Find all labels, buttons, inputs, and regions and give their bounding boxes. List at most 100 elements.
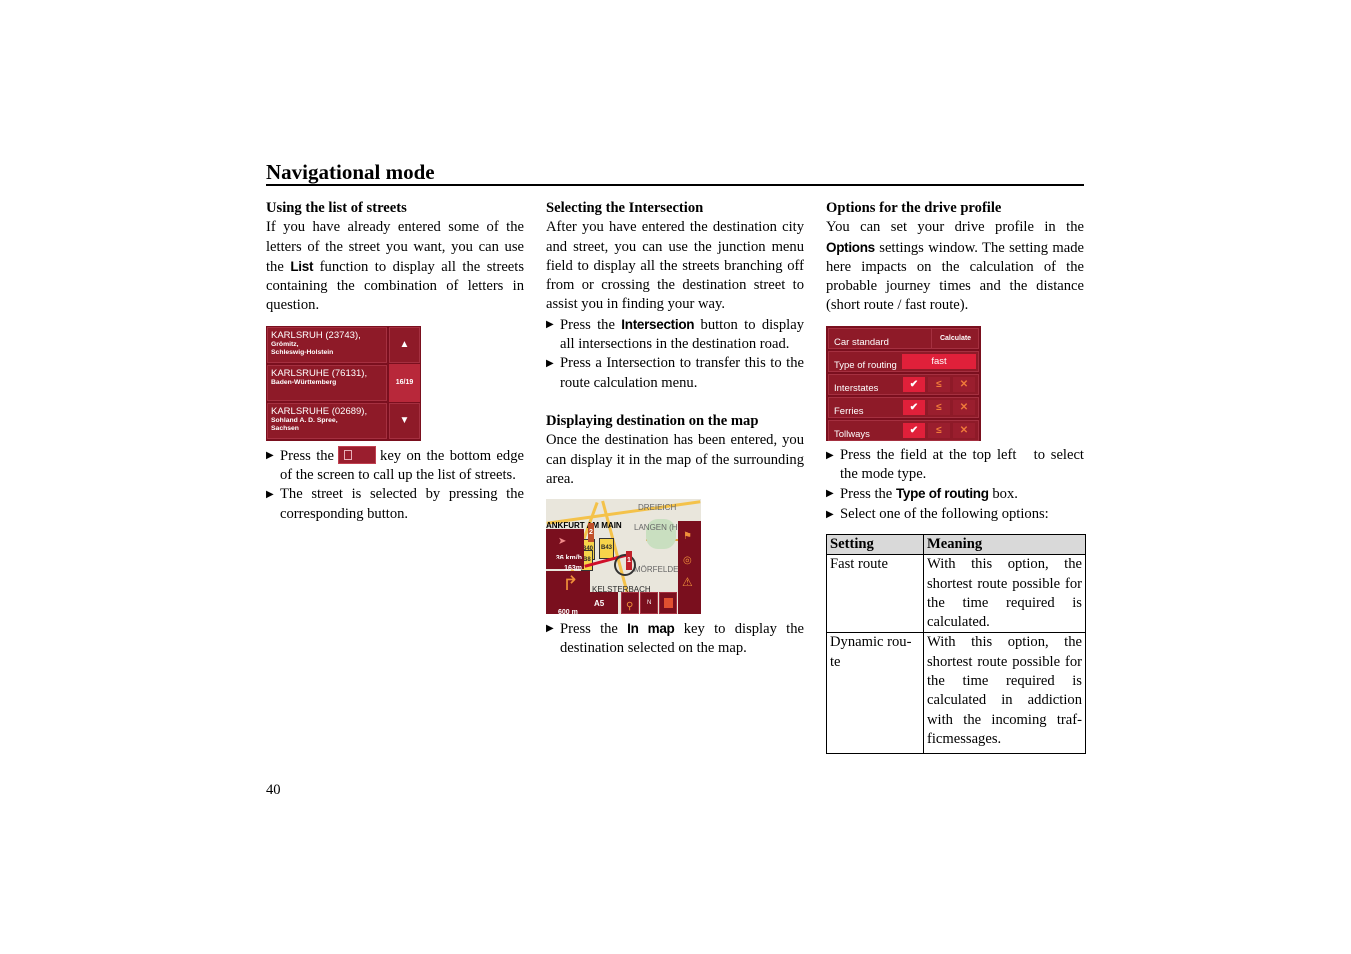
option-label: Interstates: [834, 382, 879, 394]
instruction-bullet: ▶ Select one of the following options:: [826, 505, 1084, 524]
text: Press a Intersection to transfer this to…: [560, 355, 804, 391]
bullet-arrow-icon: ▶: [826, 508, 834, 520]
option-row: Tollways ✔ ≤ ✕: [828, 419, 979, 441]
pin-icon: ⚲: [626, 601, 634, 613]
bullet-arrow-icon: ▶: [266, 449, 274, 461]
instruction-bullet: ▶ Press a Intersection to transfer this …: [546, 354, 804, 393]
street-list-item[interactable]: KARLSRUH (23743), Grömitz, Schleswig-Hol…: [267, 326, 387, 363]
scroll-down-button[interactable]: ▼: [389, 402, 420, 439]
routing-options-table: Setting Meaning Fast route With this opt…: [826, 533, 1086, 755]
map-screenshot: DREIEICH ANKFURT AM MAIN LANGEN (HE MÖRF…: [546, 499, 701, 615]
street-region: Baden-Württemberg: [271, 378, 337, 386]
column-header: Setting: [826, 533, 924, 556]
title-rule: [266, 184, 1084, 186]
map-label: MÖRFELDEN: [634, 565, 685, 575]
map-button[interactable]: ⚲: [621, 592, 639, 615]
street-region: Sachsen: [271, 424, 299, 432]
option-row: Ferries ✔ ≤ ✕: [828, 396, 979, 418]
road-name: A5: [594, 599, 605, 609]
next-turn-distance: 600 m: [558, 609, 578, 615]
type-of-routing-label: Type of routing: [895, 486, 989, 502]
map-label: LANGEN (HE: [634, 523, 683, 533]
meaning-cell: With this option, the shortest route pos…: [923, 554, 1086, 634]
text: The street is selected by pressing the c…: [280, 486, 524, 522]
allow-check-icon[interactable]: ✔: [903, 422, 925, 438]
street-region: Schleswig-Holstein: [271, 348, 334, 356]
paragraph: You can set your drive profile in the Op…: [826, 218, 1084, 315]
options-screenshot: Car standard Calculate Type of routing f…: [826, 325, 981, 441]
compass-button[interactable]: N: [640, 592, 658, 615]
intersection-key-label: Intersection: [621, 316, 695, 332]
exclude-cross-icon[interactable]: ✕: [953, 376, 975, 392]
scroll-up-button[interactable]: ▲: [389, 326, 420, 363]
meaning-cell: With this option, the shortest route pos…: [923, 632, 1086, 755]
routing-row: Type of routing fast: [828, 350, 979, 372]
section-heading: Displaying destination on the map: [546, 412, 759, 429]
street-name: KARLSRUHE (76131),: [271, 367, 368, 379]
bullet-arrow-icon: ▶: [546, 358, 554, 370]
table-header-row: Setting Meaning: [826, 533, 1086, 556]
map-button[interactable]: [659, 592, 677, 615]
profile-selector[interactable]: Car standard: [834, 333, 889, 352]
street-name: KARLSRUH (23743),: [271, 329, 361, 341]
column-intersection: Selecting the Intersection After you hav…: [546, 199, 804, 659]
direction-indicator: ➤: [546, 529, 584, 550]
section-heading: Options for the drive profile: [826, 200, 1002, 216]
street-region: Sohland A. D. Spree,: [271, 416, 338, 424]
bullet-arrow-icon: ▶: [546, 318, 554, 330]
paragraph: Once the destination has been entered, y…: [546, 432, 804, 487]
text: Press the: [840, 486, 896, 503]
target-icon[interactable]: ◎: [683, 551, 692, 570]
arrow-up-icon: ▲: [399, 339, 410, 351]
page-indicator: 16/19: [389, 363, 420, 402]
profile-row: Car standard Calculate: [828, 327, 979, 352]
column-header: Meaning: [923, 533, 1086, 556]
list-key-label: List: [290, 258, 314, 274]
routing-label: Type of routing: [834, 359, 897, 371]
street-list-item[interactable]: KARLSRUHE (02689), Sohland A. D. Spree, …: [267, 402, 387, 439]
exclude-cross-icon[interactable]: ✕: [953, 422, 975, 438]
text: Press the: [560, 621, 628, 638]
paragraph: After you have entered the destination c…: [546, 219, 804, 313]
routing-type-button[interactable]: fast: [902, 353, 976, 369]
destination-marker-icon: [614, 554, 636, 577]
text: box.: [988, 486, 1018, 503]
next-turn-panel: ↱ 600 m: [546, 571, 590, 615]
list-key-icon: [338, 445, 377, 464]
allow-check-icon[interactable]: ✔: [903, 376, 925, 392]
intro-paragraph: If you have already entered some of the …: [266, 218, 524, 315]
warning-icon[interactable]: ⚠: [682, 573, 693, 592]
bullet-arrow-icon: ▶: [546, 623, 554, 635]
speed-readout: 36 km/h: [546, 549, 584, 562]
turn-right-arrow-icon: ↱: [562, 573, 579, 596]
allow-check-icon[interactable]: ✔: [903, 399, 925, 415]
section-heading: Selecting the Intersection: [546, 200, 704, 216]
instruction-bullet: ▶ Press the key on the bottom edge of the…: [266, 445, 524, 486]
in-map-key-label: In map: [627, 621, 675, 637]
street-list-item[interactable]: KARLSRUHE (76131), Baden-Württemberg: [267, 364, 387, 401]
bullet-arrow-icon: ▶: [826, 488, 834, 500]
compass-icon: N: [647, 600, 652, 607]
instruction-bullet: ▶ Press the Type of routing box.: [826, 484, 1084, 504]
avoid-icon[interactable]: ≤: [928, 422, 950, 438]
page-number: 40: [266, 782, 281, 798]
exclude-cross-icon[interactable]: ✕: [953, 399, 975, 415]
page-title: Navigational mode: [266, 160, 435, 184]
arrow-down-icon: ▼: [399, 415, 410, 427]
setting-cell: Fast route: [826, 554, 924, 634]
distance-readout: 163m: [546, 559, 584, 572]
instruction-bullet: ▶ Press the In map key to display the de…: [546, 619, 804, 659]
instruction-bullet: ▶ Press the Intersection button to displ…: [546, 315, 804, 355]
option-row: Interstates ✔ ≤ ✕: [828, 373, 979, 395]
flag-marker-icon: 2: [588, 523, 594, 543]
text: Select one of the following options:: [840, 505, 1049, 522]
avoid-icon[interactable]: ≤: [928, 376, 950, 392]
street-name: KARLSRUHE (02689),: [271, 405, 368, 417]
street-list-screenshot: KARLSRUH (23743), Grömitz, Schleswig-Hol…: [266, 325, 421, 441]
flag-marker-icon: 1: [626, 551, 632, 571]
map-label: DREIEICH: [638, 503, 677, 513]
text: Press the: [560, 316, 622, 333]
avoid-icon[interactable]: ≤: [928, 399, 950, 415]
route-icon[interactable]: ⚑: [683, 527, 692, 546]
calculate-button[interactable]: Calculate: [931, 328, 979, 348]
